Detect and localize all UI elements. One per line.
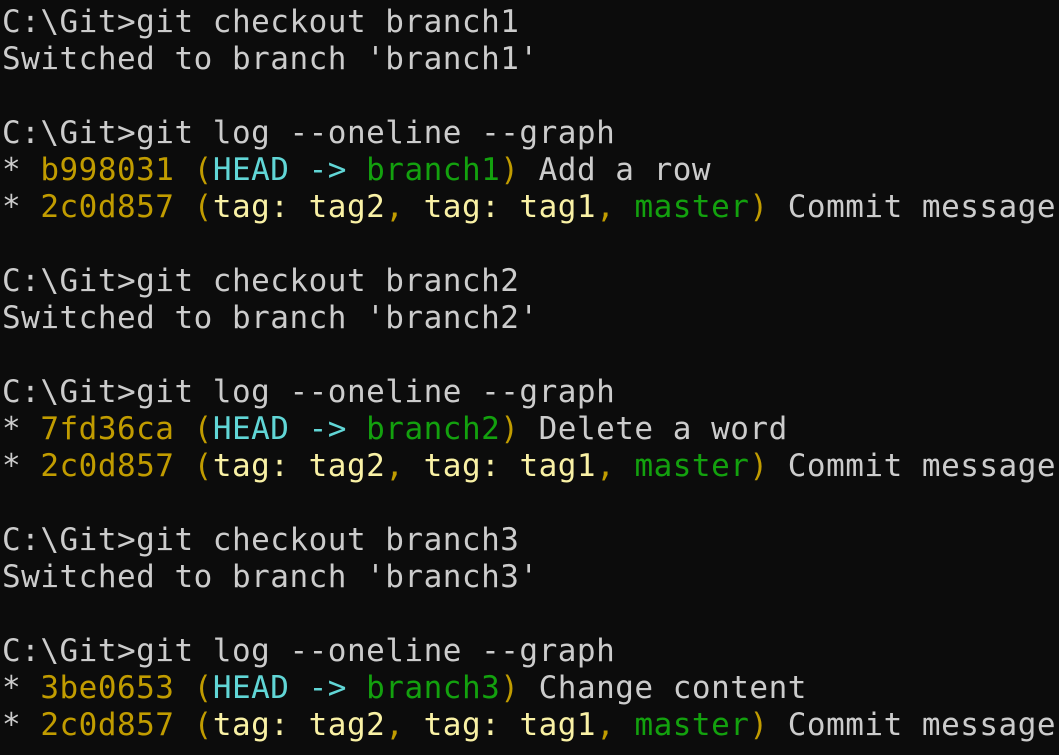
terminal-text-segment: tag: tag1	[423, 707, 597, 743]
terminal-text-segment: (	[174, 670, 213, 706]
terminal-line: C:\Git>git checkout branch3	[2, 522, 1059, 559]
terminal-text-segment: ,	[385, 448, 424, 484]
terminal-text-segment: tag: tag2	[212, 448, 386, 484]
terminal-text-segment: ,	[385, 189, 424, 225]
terminal-text-segment: tag: tag2	[212, 707, 386, 743]
terminal-line: Switched to branch 'branch2'	[2, 300, 1059, 337]
terminal-line: Switched to branch 'branch3'	[2, 559, 1059, 596]
terminal-text-segment: )	[749, 448, 769, 484]
terminal-line: * 2c0d857 (tag: tag2, tag: tag1, master)…	[2, 448, 1059, 485]
terminal-line: C:\Git>git log --oneline --graph	[2, 374, 1059, 411]
terminal-line: * 2c0d857 (tag: tag2, tag: tag1, master)…	[2, 707, 1059, 744]
terminal-text-segment: )	[749, 189, 769, 225]
terminal-text-segment: Commit message	[768, 189, 1057, 225]
terminal-text-segment: branch2	[366, 411, 501, 447]
terminal-text-segment: ,	[596, 448, 635, 484]
terminal-line: * 3be0653 (HEAD -> branch3) Change conte…	[2, 670, 1059, 707]
terminal-text-segment: *	[2, 670, 41, 706]
terminal-window[interactable]: C:\Git>git checkout branch1 Switched to b…	[0, 0, 1059, 755]
terminal-text-segment: *	[2, 707, 41, 743]
terminal-text-segment: tag: tag1	[423, 448, 597, 484]
terminal-text-segment: *	[2, 189, 41, 225]
terminal-text-segment: master	[634, 448, 750, 484]
terminal-text-segment: Commit message	[768, 707, 1057, 743]
terminal-text-segment: *	[2, 411, 41, 447]
terminal-text-segment: C:\Git>git checkout branch3	[2, 522, 520, 558]
terminal-text-segment: master	[634, 189, 750, 225]
terminal-text-segment: HEAD ->	[212, 670, 367, 706]
terminal-text-segment: HEAD ->	[212, 411, 367, 447]
terminal-text-segment: C:\Git>git log --oneline --graph	[2, 374, 616, 410]
terminal-text-segment: (	[174, 152, 213, 188]
terminal-text-segment: Switched to branch 'branch2'	[2, 300, 539, 336]
terminal-text-segment: ,	[385, 707, 424, 743]
terminal-text-segment: b998031	[40, 152, 175, 188]
terminal-text-segment: )	[500, 411, 520, 447]
terminal-text-segment: tag: tag1	[423, 189, 597, 225]
terminal-text-segment: master	[634, 707, 750, 743]
terminal-text-segment: ,	[596, 189, 635, 225]
terminal-text-segment: Change content	[519, 670, 807, 706]
terminal-text-segment: *	[2, 152, 41, 188]
terminal-text-segment: (	[174, 707, 213, 743]
terminal-text-segment: C:\Git>git log --oneline --graph	[2, 633, 616, 669]
terminal-text-segment: )	[500, 152, 520, 188]
terminal-text-segment: (	[174, 448, 213, 484]
terminal-text-segment: (	[174, 189, 213, 225]
terminal-text-segment: branch3	[366, 670, 501, 706]
terminal-text-segment: Switched to branch 'branch1'	[2, 41, 539, 77]
terminal-line: C:\Git>git checkout branch2	[2, 263, 1059, 300]
terminal-line: * 7fd36ca (HEAD -> branch2) Delete a wor…	[2, 411, 1059, 448]
terminal-line: Switched to branch 'branch1'	[2, 41, 1059, 78]
terminal-line: C:\Git>git log --oneline --graph	[2, 633, 1059, 670]
terminal-text-segment: 2c0d857	[40, 707, 175, 743]
terminal-text-segment: 3be0653	[40, 670, 175, 706]
terminal-text-segment: branch1	[366, 152, 501, 188]
terminal-text-segment: C:\Git>git checkout branch1	[2, 4, 520, 40]
terminal-text-segment: Add a row	[519, 152, 712, 188]
terminal-text-segment: )	[500, 670, 520, 706]
terminal-text-segment: HEAD ->	[212, 152, 367, 188]
terminal-line: C:\Git>git log --oneline --graph	[2, 115, 1059, 152]
terminal-text-segment: C:\Git>git checkout branch2	[2, 263, 520, 299]
terminal-text-segment: Delete a word	[519, 411, 788, 447]
terminal-text-segment: tag: tag2	[212, 189, 386, 225]
terminal-text-segment: Switched to branch 'branch3'	[2, 559, 539, 595]
terminal-text-segment: ,	[596, 707, 635, 743]
terminal-line: * 2c0d857 (tag: tag2, tag: tag1, master)…	[2, 189, 1059, 226]
terminal-text-segment: 2c0d857	[40, 448, 175, 484]
terminal-text-segment: *	[2, 448, 41, 484]
terminal-text-segment: Commit message	[768, 448, 1057, 484]
terminal-text-segment: 2c0d857	[40, 189, 175, 225]
terminal-text-segment: )	[749, 707, 769, 743]
terminal-text-segment: 7fd36ca	[40, 411, 175, 447]
terminal-line: C:\Git>git checkout branch1	[2, 4, 1059, 41]
terminal-text-segment: (	[174, 411, 213, 447]
terminal-line: * b998031 (HEAD -> branch1) Add a row	[2, 152, 1059, 189]
terminal-text-segment: C:\Git>git log --oneline --graph	[2, 115, 616, 151]
